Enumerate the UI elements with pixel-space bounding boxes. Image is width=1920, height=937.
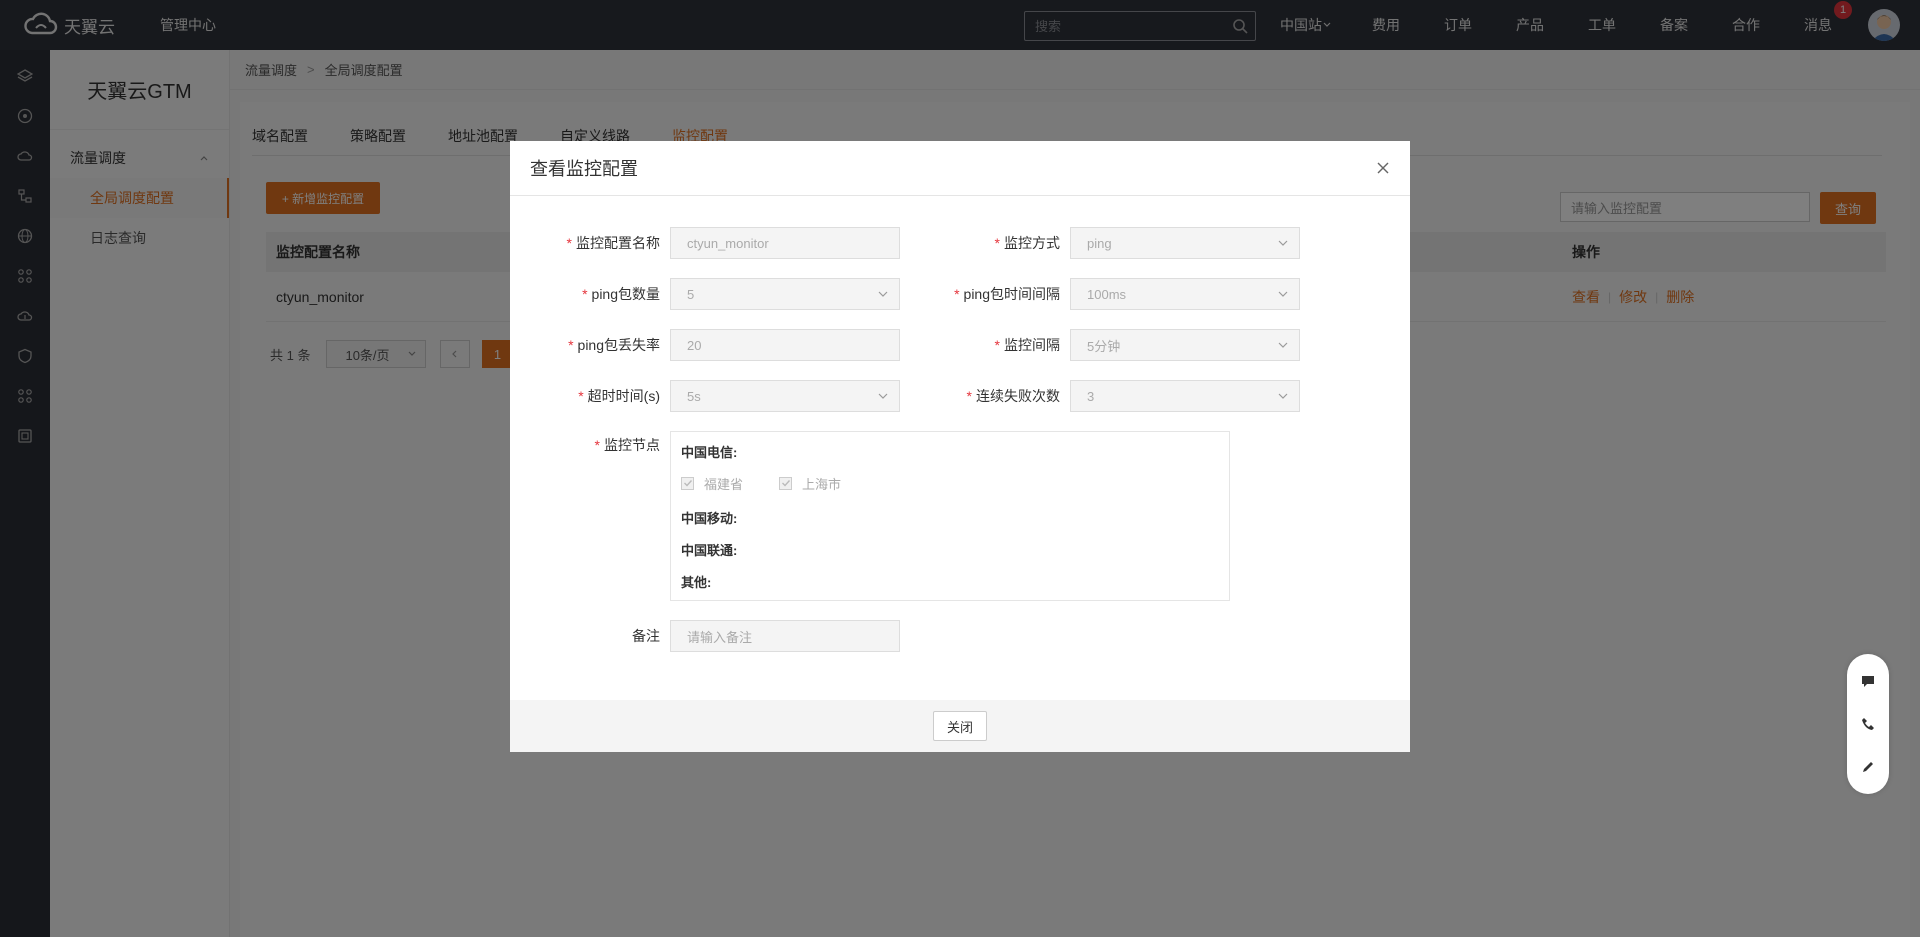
dialog-footer: 关闭 <box>510 700 1410 752</box>
timeout-select[interactable]: 5s <box>670 380 900 412</box>
chevron-down-icon <box>1278 291 1288 297</box>
required-mark: * <box>994 337 1000 353</box>
fail-count-select[interactable]: 3 <box>1070 380 1300 412</box>
required-mark: * <box>568 337 574 353</box>
required-mark: * <box>566 235 572 251</box>
timeout-label-text: 超时时间(s) <box>587 388 660 404</box>
method-label-text: 监控方式 <box>1004 235 1060 251</box>
edit-icon[interactable] <box>1860 759 1876 775</box>
monitor-interval-label-text: 监控间隔 <box>1004 337 1060 353</box>
ping-interval-select[interactable]: 100ms <box>1070 278 1300 310</box>
remark-input[interactable]: 请输入备注 <box>670 620 900 652</box>
ping-interval-select-value: 100ms <box>1087 286 1127 302</box>
method-select-value: ping <box>1087 235 1112 251</box>
chevron-down-icon <box>878 393 888 399</box>
required-mark: * <box>582 286 588 302</box>
chevron-down-icon <box>1278 342 1288 348</box>
ping-interval-label: * ping包时间间隔 <box>910 278 1060 310</box>
count-select[interactable]: 5 <box>670 278 900 310</box>
floating-toolbar <box>1847 654 1889 794</box>
loss-label: * ping包丢失率 <box>510 329 660 361</box>
dialog-title: 查看监控配置 <box>530 159 638 179</box>
node-checkbox-fujian[interactable]: 福建省 <box>681 474 743 493</box>
name-field[interactable]: ctyun_monitor <box>670 227 900 259</box>
remark-label: 备注 <box>632 628 660 644</box>
ping-interval-label-text: ping包时间间隔 <box>963 286 1060 302</box>
remark-placeholder: 请输入备注 <box>687 629 753 645</box>
nodes-label-text: 监控节点 <box>604 437 660 453</box>
required-mark: * <box>578 388 584 404</box>
monitor-interval-select-value: 5分钟 <box>1087 338 1121 354</box>
monitor-nodes-box: 中国电信: 福建省 上海市 中国移动: 中国联通: 其他: <box>670 431 1230 601</box>
node-group-telecom: 中国电信: <box>681 445 738 460</box>
node-checkbox-shanghai[interactable]: 上海市 <box>779 474 841 493</box>
timeout-label: * 超时时间(s) <box>510 380 660 412</box>
loss-field-value: 20 <box>687 337 702 353</box>
node-group-mobile: 中国移动: <box>681 511 738 526</box>
required-mark: * <box>966 388 972 404</box>
required-mark: * <box>954 286 960 302</box>
nodes-label: * 监控节点 <box>510 429 660 461</box>
dialog-header: 查看监控配置 <box>510 141 1410 196</box>
checkbox-checked-icon <box>681 476 694 490</box>
fail-count-label-text: 连续失败次数 <box>976 388 1060 404</box>
count-select-value: 5 <box>687 286 695 302</box>
name-label-text: 监控配置名称 <box>576 235 660 251</box>
close-button[interactable]: 关闭 <box>933 711 987 741</box>
monitor-interval-label: * 监控间隔 <box>910 329 1060 361</box>
node-group-other: 其他: <box>681 575 712 590</box>
view-monitor-dialog: 查看监控配置 * 监控配置名称 ctyun_monitor * 监控方式 ping … <box>510 141 1410 752</box>
chevron-down-icon <box>878 291 888 297</box>
required-mark: * <box>994 235 1000 251</box>
node-fujian-label: 福建省 <box>704 476 744 492</box>
chat-icon[interactable] <box>1860 673 1876 689</box>
node-group-unicom: 中国联通: <box>681 543 738 558</box>
fail-count-select-value: 3 <box>1087 388 1095 404</box>
node-telecom-options: 福建省 上海市 <box>681 468 1219 498</box>
monitor-interval-select[interactable]: 5分钟 <box>1070 329 1300 361</box>
loss-field[interactable]: 20 <box>670 329 900 361</box>
close-icon[interactable] <box>1374 159 1392 177</box>
checkbox-checked-icon <box>779 476 793 490</box>
required-mark: * <box>594 437 600 453</box>
chevron-down-icon <box>1278 393 1288 399</box>
timeout-select-value: 5s <box>687 388 701 404</box>
loss-label-text: ping包丢失率 <box>577 337 660 353</box>
method-label: * 监控方式 <box>910 227 1060 259</box>
count-label-text: ping包数量 <box>591 286 660 302</box>
node-shanghai-label: 上海市 <box>802 476 842 492</box>
name-label: * 监控配置名称 <box>510 227 660 259</box>
method-select[interactable]: ping <box>1070 227 1300 259</box>
fail-count-label: * 连续失败次数 <box>910 380 1060 412</box>
chevron-down-icon <box>1278 240 1288 246</box>
name-field-value: ctyun_monitor <box>687 235 769 251</box>
count-label: * ping包数量 <box>510 278 660 310</box>
phone-icon[interactable] <box>1860 716 1876 732</box>
